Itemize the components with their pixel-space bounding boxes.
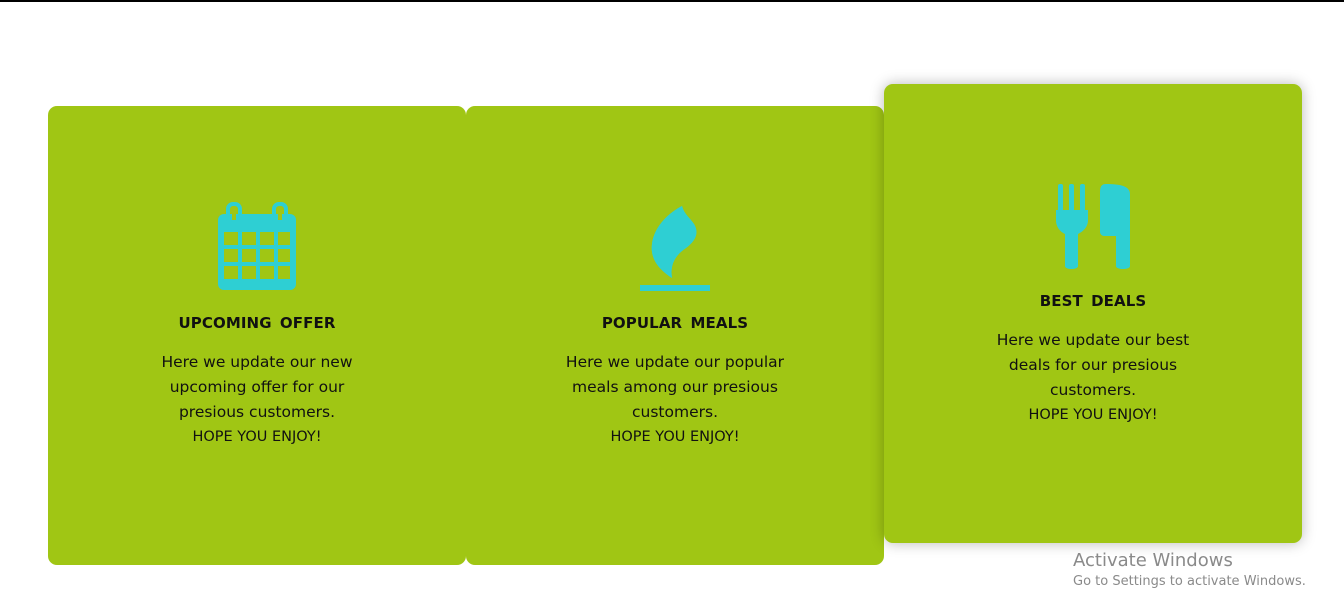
top-border-line bbox=[0, 0, 1344, 2]
card-enjoy-text: HOPE YOU ENJOY! bbox=[1028, 407, 1158, 423]
card-body-text: Here we update our best deals for our pr… bbox=[996, 331, 1190, 399]
flame-icon bbox=[630, 202, 720, 294]
card-upcoming-offer[interactable]: UPCOMING OFFER Here we update our new up… bbox=[48, 106, 466, 565]
card-title: UPCOMING OFFER bbox=[178, 314, 336, 332]
card-body-text: Here we update our new upcoming offer fo… bbox=[161, 353, 353, 421]
card-best-deals[interactable]: BEST DEALS Here we update our best deals… bbox=[884, 84, 1302, 543]
card-description: Here we update our new upcoming offer fo… bbox=[147, 350, 367, 450]
calendar-icon bbox=[212, 202, 302, 294]
card-popular-meals[interactable]: POPULAR MEALS Here we update our popular… bbox=[466, 106, 884, 565]
fork-knife-icon bbox=[1048, 180, 1138, 272]
card-body-text: Here we update our popular meals among o… bbox=[565, 353, 785, 421]
card-title: BEST DEALS bbox=[1039, 292, 1147, 310]
activate-windows-watermark: Activate Windows Go to Settings to activ… bbox=[1073, 549, 1306, 591]
activate-subtitle: Go to Settings to activate Windows. bbox=[1073, 574, 1306, 589]
card-description: Here we update our popular meals among o… bbox=[565, 350, 785, 450]
card-enjoy-text: HOPE YOU ENJOY! bbox=[192, 429, 322, 445]
card-description: Here we update our best deals for our pr… bbox=[983, 328, 1203, 428]
card-enjoy-text: HOPE YOU ENJOY! bbox=[610, 429, 740, 445]
card-title: POPULAR MEALS bbox=[601, 314, 749, 332]
activate-title: Activate Windows bbox=[1073, 550, 1233, 571]
